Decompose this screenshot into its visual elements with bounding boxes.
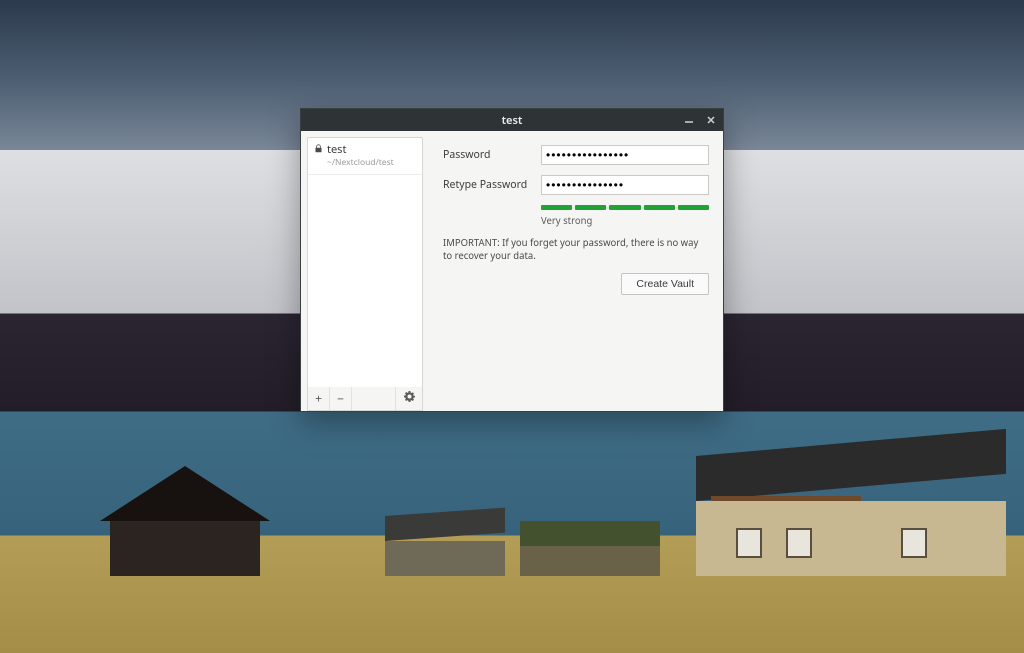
add-vault-button[interactable]: + [308, 387, 330, 410]
password-warning-text: IMPORTANT: If you forget your password, … [443, 237, 709, 263]
minimize-button[interactable] [681, 112, 697, 128]
sidebar-toolbar: + − [307, 387, 423, 411]
window-title: test [502, 113, 523, 128]
minus-icon: − [337, 390, 344, 407]
wallpaper-house [520, 521, 660, 576]
password-strength-meter [541, 205, 709, 210]
sidebar: test ~/Nextcloud/test + − [301, 131, 429, 411]
desktop-wallpaper: test [0, 0, 1024, 653]
settings-button[interactable] [396, 387, 422, 410]
wallpaper-house [385, 516, 505, 576]
create-vault-button[interactable]: Create Vault [621, 273, 709, 295]
create-vault-form: Password Retype Password Very strong IMP… [429, 131, 723, 411]
app-window: test [300, 108, 724, 412]
vault-name: test [327, 142, 346, 157]
close-button[interactable] [703, 112, 719, 128]
lock-icon [314, 143, 323, 156]
wallpaper-house [696, 456, 1006, 576]
vault-list: test ~/Nextcloud/test [307, 137, 423, 388]
titlebar[interactable]: test [301, 109, 723, 131]
retype-password-label: Retype Password [443, 178, 541, 192]
password-strength-label: Very strong [541, 214, 709, 227]
plus-icon: + [315, 390, 322, 407]
password-label: Password [443, 148, 541, 162]
gear-icon [403, 390, 416, 407]
vault-path: ~/Nextcloud/test [327, 157, 416, 168]
password-input[interactable] [541, 145, 709, 165]
vault-list-item[interactable]: test ~/Nextcloud/test [308, 138, 422, 175]
wallpaper-house [100, 466, 270, 576]
remove-vault-button[interactable]: − [330, 387, 352, 410]
toolbar-spacer [352, 387, 396, 410]
retype-password-input[interactable] [541, 175, 709, 195]
